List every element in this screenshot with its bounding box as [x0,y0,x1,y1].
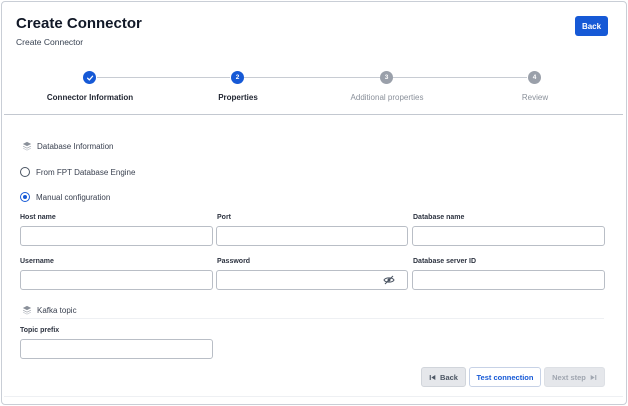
database-name-input[interactable] [412,226,605,246]
back-step-button[interactable]: Back [421,367,466,387]
back-step-label: Back [440,372,458,382]
section-divider [20,318,604,319]
database-section-heading: Database Information [22,141,114,151]
topic-prefix-input[interactable] [20,339,213,359]
skip-forward-icon [590,374,597,380]
step-2-label: Properties [218,93,258,102]
host-name-label: Host name [20,214,56,221]
kafka-section-heading: Kafka topic [22,305,77,315]
stepper-connector [392,77,527,78]
header-divider [4,114,623,115]
radio-button[interactable] [20,167,30,177]
username-input[interactable] [20,270,213,290]
step-1-label: Connector Information [46,93,134,102]
stepper-connector [97,77,230,78]
check-icon [86,75,93,81]
username-label: Username [20,258,54,265]
step-2[interactable]: 2 [231,71,244,84]
step-3-label: Additional properties [350,93,424,102]
database-server-id-input[interactable] [412,270,605,290]
radio-manual-configuration[interactable]: Manual configuration [20,192,110,202]
eye-off-icon[interactable] [383,275,395,285]
radio-label: Manual configuration [36,192,111,202]
radio-label: From FPT Database Engine [36,167,136,177]
database-server-id-label: Database server ID [413,258,477,265]
kafka-section-title: Kafka topic [37,305,77,315]
layers-icon [22,305,32,315]
step-3[interactable]: 3 [380,71,393,84]
password-input[interactable] [216,270,408,290]
step-1-complete[interactable] [83,71,96,84]
password-label: Password [217,258,251,265]
radio-button-selected[interactable] [20,192,30,202]
page-title: Create Connector [16,15,142,32]
radio-fpt-database-engine[interactable]: From FPT Database Engine [20,167,135,177]
step-4-label: Review [521,93,549,102]
port-label: Port [217,214,231,221]
step-4[interactable]: 4 [528,71,541,84]
bottom-divider [4,396,623,397]
layers-icon [22,141,32,151]
port-input[interactable] [216,226,408,246]
stepper-connector [244,77,380,78]
database-section-title: Database Information [37,141,114,151]
topic-prefix-label: Topic prefix [20,327,60,334]
next-step-label: Next step [552,372,586,382]
host-name-input[interactable] [20,226,213,246]
back-button[interactable]: Back [575,16,608,36]
skip-back-icon [429,374,436,380]
database-name-label: Database name [413,214,465,221]
test-connection-button[interactable]: Test connection [469,367,541,387]
next-step-button[interactable]: Next step [544,367,605,387]
breadcrumb: Create Connector [16,37,84,47]
